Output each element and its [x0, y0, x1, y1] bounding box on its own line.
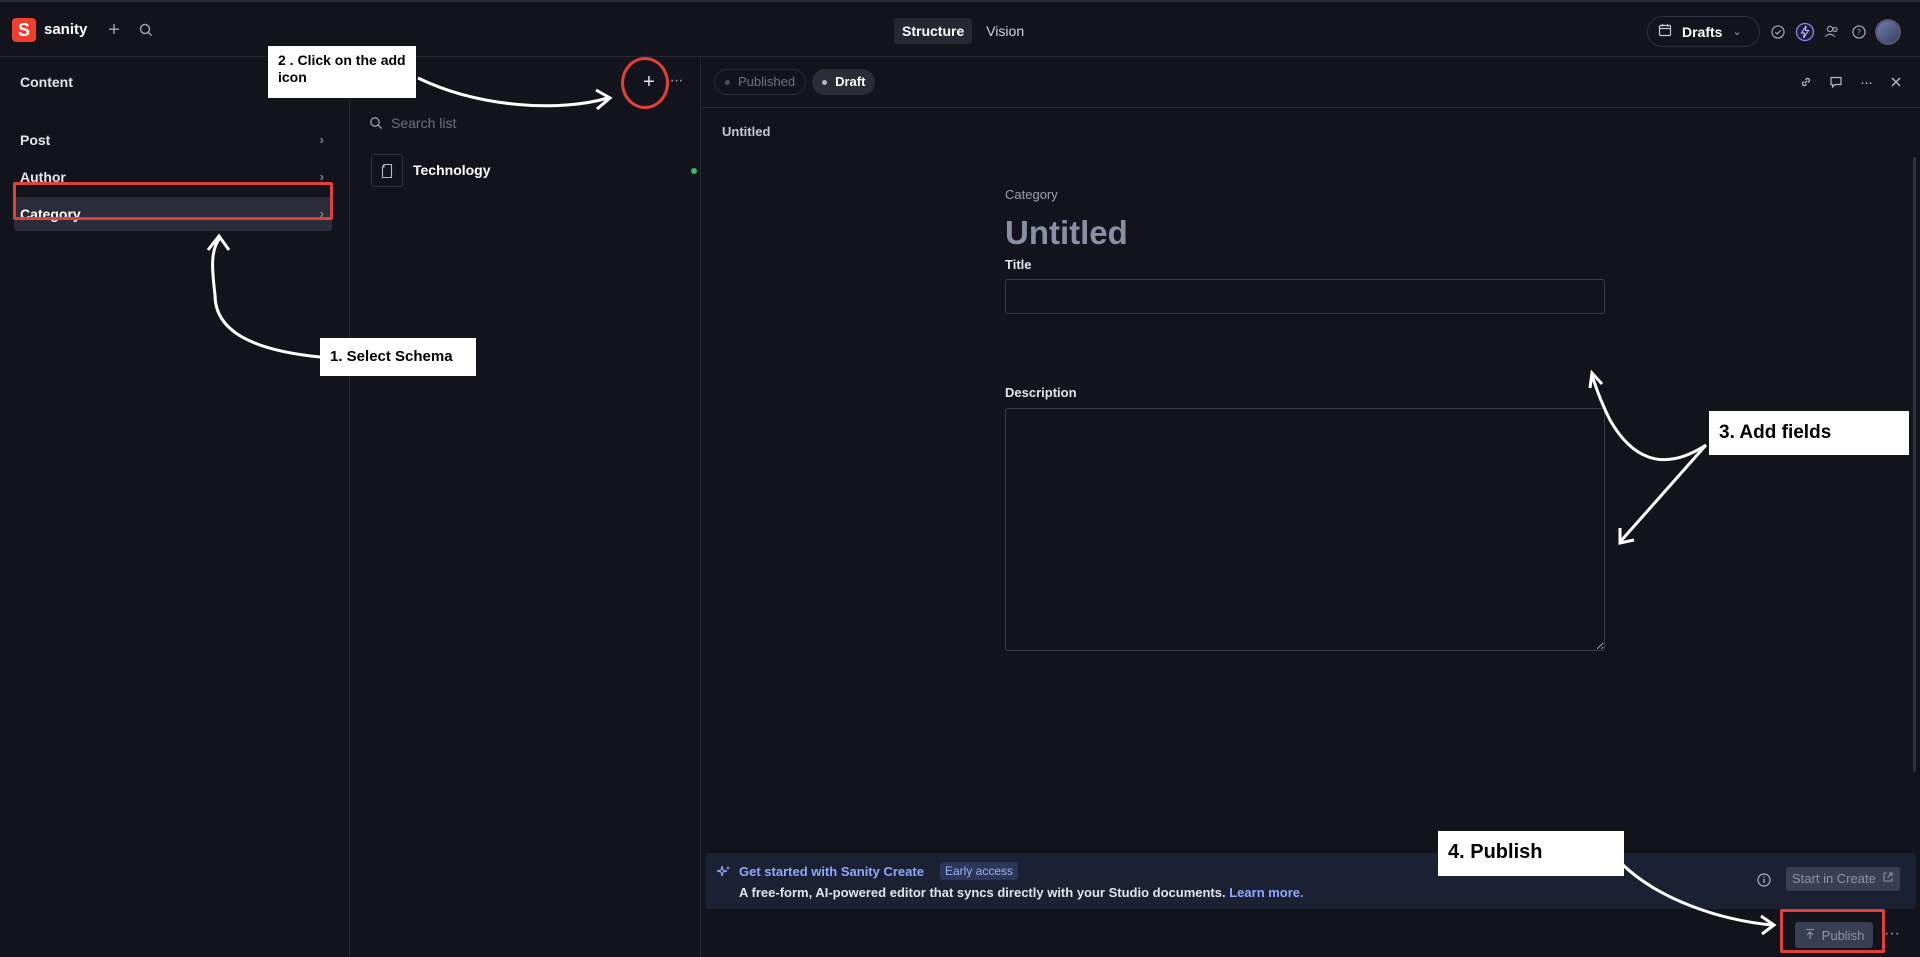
tasks-icon[interactable] [1767, 21, 1789, 43]
tool-tabs: Structure Vision [894, 18, 1032, 44]
description-field[interactable] [1005, 408, 1605, 651]
topbar-actions: ? [1767, 19, 1901, 45]
document-title: Technology [413, 162, 491, 178]
user-avatar[interactable] [1875, 19, 1901, 45]
search-icon[interactable] [134, 18, 158, 42]
title-field[interactable] [1005, 279, 1605, 314]
editor-header-actions: ··· [1794, 70, 1908, 94]
start-in-create-button[interactable]: Start in Create [1786, 867, 1900, 891]
perspective-label: Drafts [1682, 23, 1723, 40]
create-new-document-icon[interactable]: + [102, 18, 126, 42]
description-field-label: Description [1005, 385, 1077, 400]
document-breadcrumb: Untitled [722, 124, 771, 139]
annotation-step-4: 4. Publish [1438, 831, 1624, 876]
title-field-label: Title [1005, 257, 1032, 272]
early-access-badge: Early access [940, 862, 1019, 880]
calendar-icon [1658, 23, 1672, 40]
more-options-icon[interactable]: ··· [1854, 70, 1878, 94]
list-search [359, 107, 693, 139]
sanity-logo[interactable]: S [12, 18, 36, 42]
document-list-pane: y + ··· Technology [351, 57, 701, 957]
status-dot [725, 79, 730, 85]
sidebar-item-label: Post [20, 132, 51, 148]
help-icon[interactable]: ? [1848, 21, 1870, 43]
document-actions-more-icon[interactable]: ··· [1882, 922, 1902, 948]
collaborators-icon[interactable] [1821, 21, 1843, 43]
document-type-label: Category [1005, 187, 1058, 202]
content-pane-title: Content [20, 74, 73, 90]
document-status-pills: Published Draft [714, 69, 876, 95]
sidebar-item-post[interactable]: Post › [14, 123, 332, 157]
publish-highlight [1780, 909, 1885, 953]
annotation-step-2: 2 . Click on the add icon [268, 46, 416, 98]
editor-scrollbar[interactable] [1913, 157, 1916, 772]
perspective-dropdown[interactable]: Drafts ⌄ [1647, 16, 1760, 47]
more-options-icon[interactable]: ··· [666, 70, 686, 94]
document-form: Category Untitled Title Description [1005, 187, 1605, 651]
svg-text:?: ? [1857, 28, 1861, 37]
draft-label: Draft [835, 74, 866, 89]
published-status-dot [691, 168, 697, 174]
banner-description: A free-form, AI-powered editor that sync… [739, 885, 1304, 900]
published-status-pill[interactable]: Published [714, 69, 807, 95]
banner-text: A free-form, AI-powered editor that sync… [739, 885, 1226, 900]
chevron-down-icon: ⌄ [1732, 26, 1742, 38]
document-heading: Untitled [1005, 214, 1128, 251]
lightning-icon[interactable] [1794, 21, 1816, 43]
link-icon[interactable] [1794, 70, 1818, 94]
add-icon-highlight [621, 57, 669, 109]
comment-icon[interactable] [1824, 70, 1848, 94]
divider [702, 107, 1920, 108]
chevron-right-icon: › [319, 132, 324, 147]
close-icon[interactable] [1884, 70, 1908, 94]
tab-structure[interactable]: Structure [894, 18, 973, 44]
document-editor-pane: Published Draft ··· Untitled Category Un… [702, 57, 1920, 957]
info-icon[interactable] [1756, 872, 1772, 893]
workspace-name[interactable]: sanity [44, 21, 87, 38]
sanity-create-banner: Get started with Sanity Create Early acc… [706, 853, 1916, 909]
banner-title: Get started with Sanity Create [739, 864, 924, 879]
status-dot [822, 79, 828, 85]
annotation-step-3: 3. Add fields [1709, 411, 1909, 455]
sparkle-icon [716, 864, 732, 885]
document-icon [371, 154, 403, 187]
external-link-icon [1882, 867, 1894, 891]
annotation-step-1: 1. Select Schema [320, 338, 476, 376]
start-in-create-label: Start in Create [1792, 871, 1876, 886]
category-highlight [13, 182, 333, 220]
search-input[interactable] [359, 107, 693, 139]
list-item[interactable]: Technology [371, 151, 697, 191]
learn-more-link[interactable]: Learn more. [1229, 885, 1303, 900]
tab-vision[interactable]: Vision [978, 18, 1032, 44]
draft-status-pill[interactable]: Draft [812, 69, 876, 95]
published-label: Published [738, 74, 796, 89]
